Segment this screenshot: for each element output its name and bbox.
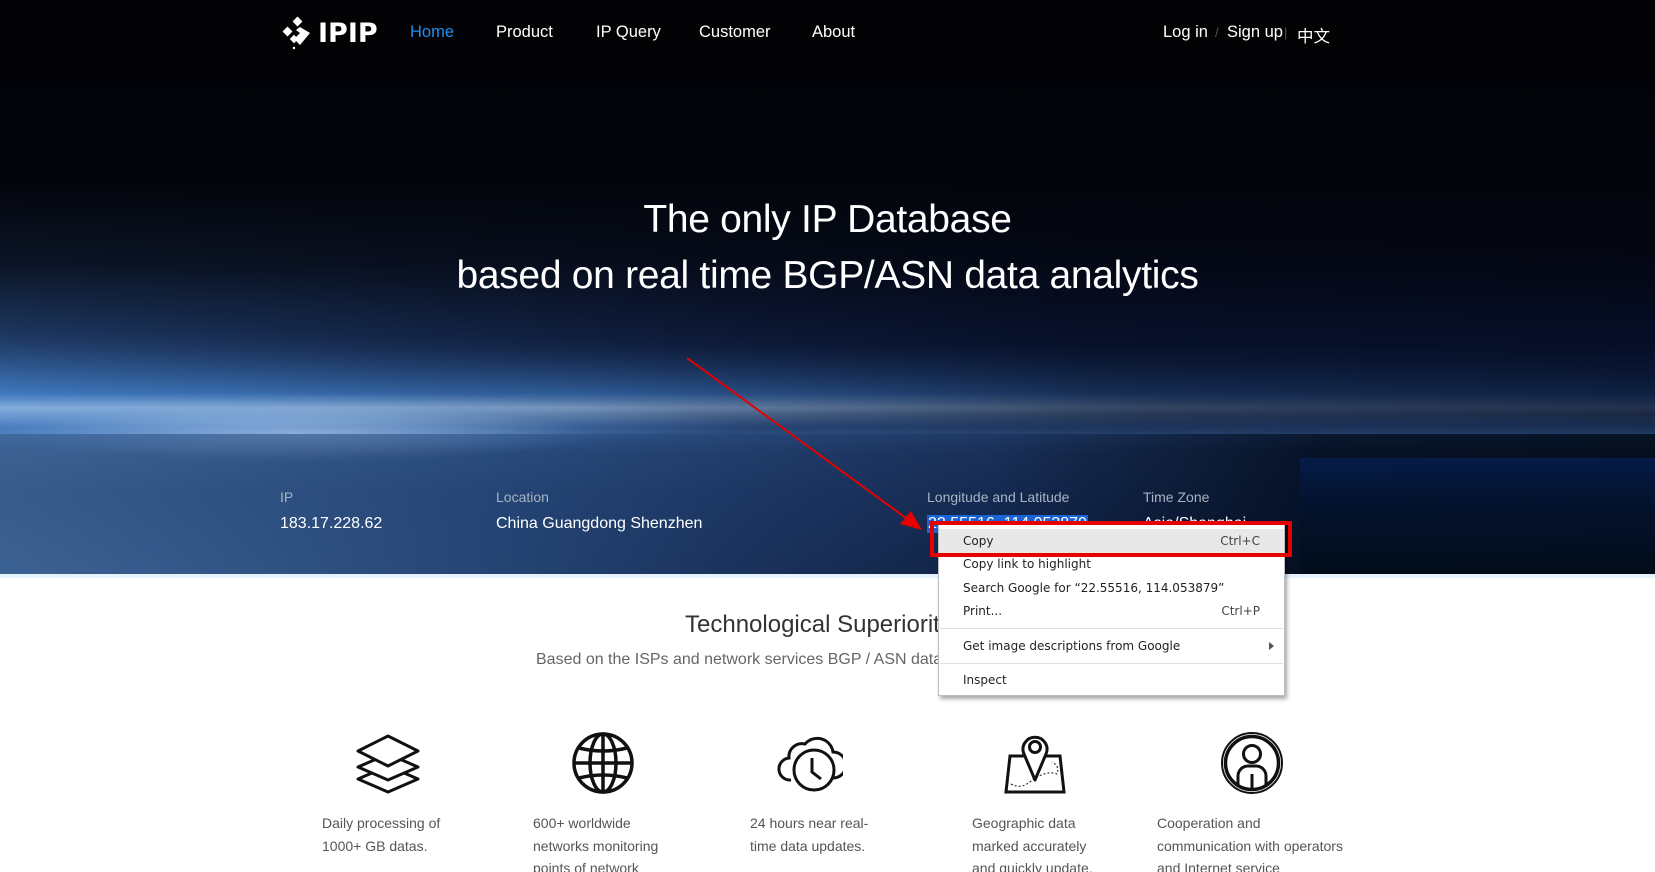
submenu-arrow-icon [1269,641,1274,650]
context-menu-search-google[interactable]: Search Google for “22.55516, 114.053879” [939,576,1284,600]
location-label: Location [496,489,549,505]
nav-customer[interactable]: Customer [699,23,771,42]
logo-text: IPIP [318,17,378,49]
lang-divider: | [1284,25,1288,40]
map-pin-icon [1004,735,1066,794]
print-label: Print... [963,604,1003,619]
ip-label: IP [280,489,294,505]
search-google-label: Search Google for “22.55516, 114.053879” [963,580,1225,595]
hero-banner: The only IP Database based on real time … [0,74,1655,574]
copy-shortcut: Ctrl+C [1220,533,1260,548]
hero-title-line-2: based on real time BGP/ASN data analytic… [456,254,1199,297]
lat-long-label: Longitude and Latitude [927,489,1070,505]
signup-link[interactable]: Sign up [1227,23,1283,42]
nav-ip-query[interactable]: IP Query [596,23,661,42]
ipip-logo-icon [282,16,310,50]
feature-text-geographic: Geographic data marked accurately and qu… [972,815,1093,872]
nav-about[interactable]: About [812,23,855,42]
hero-space-sky [0,74,1655,574]
context-menu-divider [940,662,1283,664]
ipip-logo[interactable]: IPIP [280,16,378,50]
login-link[interactable]: Log in [1163,23,1208,42]
context-menu-divider [940,628,1283,629]
context-menu: Copy Ctrl+C Copy link to highlight Searc… [938,522,1285,696]
print-shortcut: Ctrl+P [1221,604,1260,619]
context-menu-inspect[interactable]: Inspect [939,669,1284,693]
nav-home[interactable]: Home [410,23,454,42]
context-menu-copy-link-to-highlight[interactable]: Copy link to highlight [939,553,1284,577]
hero-bottom-strip [0,574,1655,578]
feature-text-realtime: 24 hours near real-time data updates. [750,815,869,854]
ip-value: 183.17.228.62 [280,515,383,532]
inspect-label: Inspect [963,673,1007,688]
layers-icon [356,734,420,794]
section-subtitle: Based on the ISPs and network services B… [536,651,943,668]
copy-label: Copy [963,533,994,548]
feature-text-cooperation: Cooperation and communication with opera… [1157,815,1343,872]
context-menu-print[interactable]: Print... Ctrl+P [939,600,1284,624]
feature-text-monitoring: 600+ worldwide networks monitoring point… [533,815,659,872]
context-menu-image-descriptions[interactable]: Get image descriptions from Google [939,634,1284,658]
user-circle-icon [1221,732,1283,794]
context-menu-copy[interactable]: Copy Ctrl+C [939,529,1284,553]
time-zone-label: Time Zone [1143,489,1210,505]
cloud-clock-icon [777,736,843,792]
language-switch[interactable]: 中文 [1297,23,1330,47]
section-title: Technological Superiority [685,611,952,638]
globe-icon [572,732,634,794]
copy-link-label: Copy link to highlight [963,557,1091,572]
auth-separator: / [1215,25,1219,40]
top-nav-bar: IPIP Home Product IP Query Customer Abou… [0,0,1655,74]
image-descriptions-label: Get image descriptions from Google [963,638,1181,653]
nav-product[interactable]: Product [496,23,553,42]
hero-title-line-1: The only IP Database [643,198,1012,241]
feature-text-data-processing: Daily processing of 1000+ GB datas. [322,815,441,854]
location-value: China Guangdong Shenzhen [496,515,703,532]
